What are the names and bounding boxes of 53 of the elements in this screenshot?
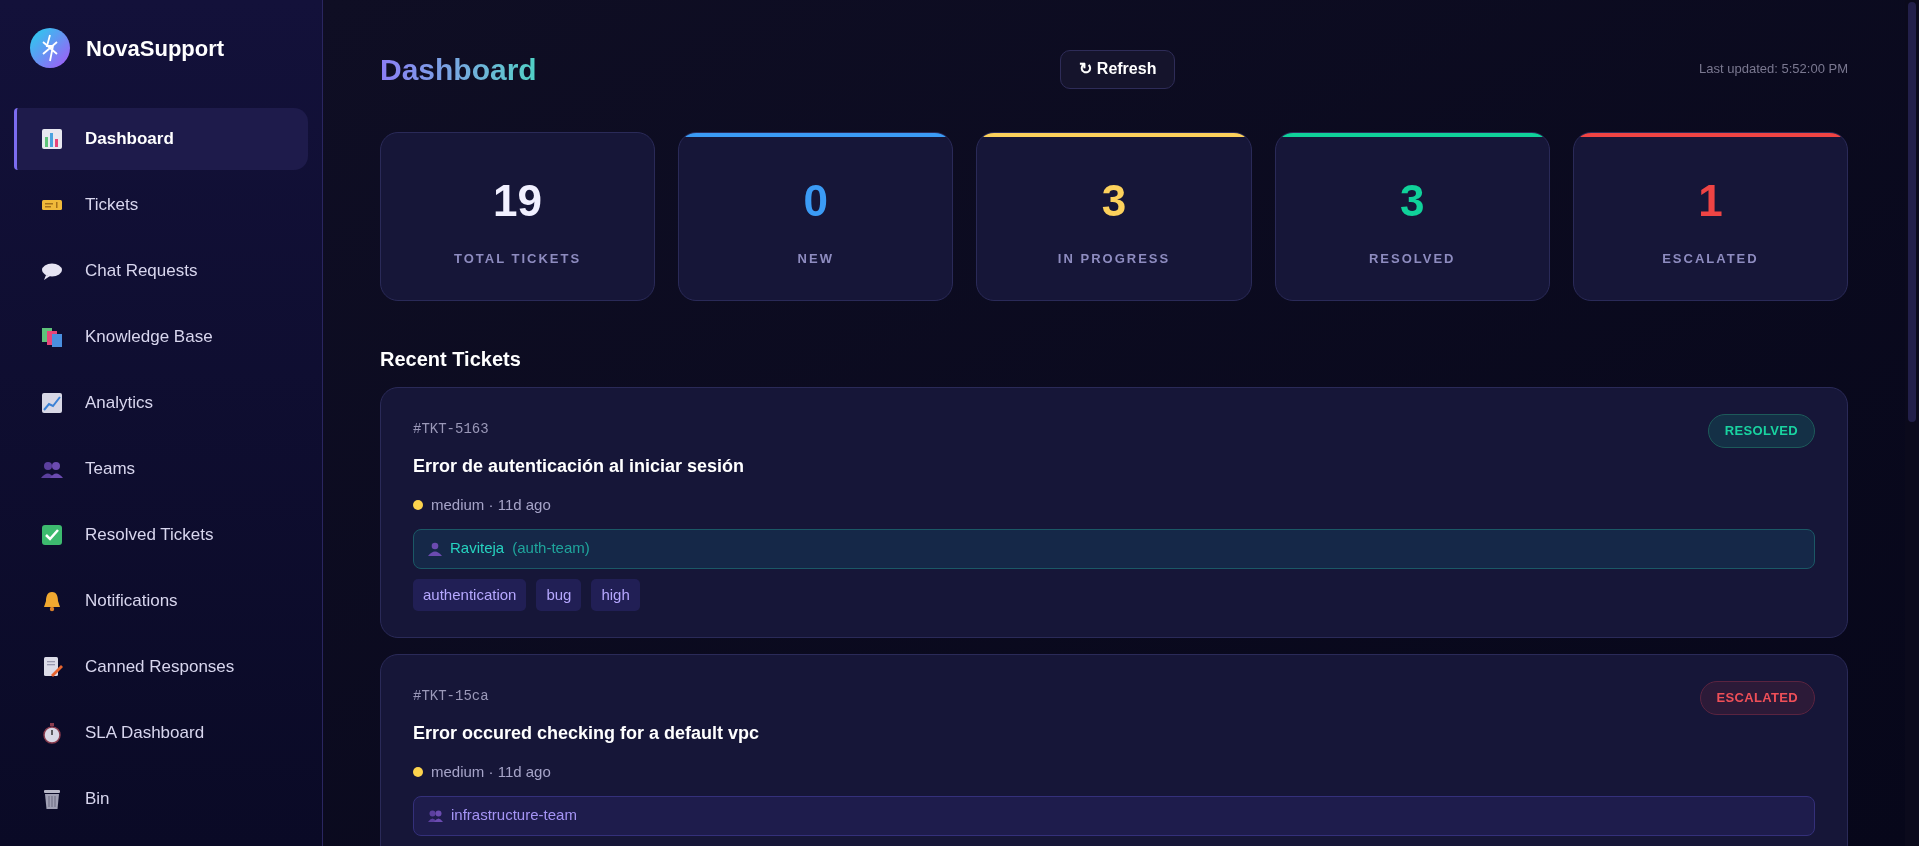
ticket-title: Error de autenticación al iniciar sesión [413,455,746,478]
tag: high [591,578,640,611]
sidebar-item[interactable]: Canned Responses [14,636,308,698]
person-icon [428,541,442,556]
section-title: Recent Tickets [380,347,522,372]
ticket-meta: medium · 11d ago [431,762,551,782]
stat-value: 19 [493,178,543,223]
sidebar-item[interactable]: Tickets [14,174,308,236]
sidebar-item[interactable]: Notifications [14,570,308,632]
sidebar-item[interactable]: Chat Requests [14,240,308,302]
ticket-id: #TKT-15ca [413,687,489,706]
sidebar-item[interactable]: Analytics [14,372,308,434]
document-pencil-icon [41,656,63,678]
stat-label: RESOLVED [1368,249,1456,268]
stat-label: ESCALATED [1662,249,1759,268]
status-badge: RESOLVED [1707,414,1815,448]
tag: bug [536,578,582,611]
refresh-button[interactable]: ↻ Refresh [1060,49,1176,89]
logo-icon [30,28,70,68]
ticket-meta: medium · 11d ago [431,495,551,515]
scrollbar-thumb[interactable] [1908,2,1916,422]
sidebar-item[interactable]: Resolved Tickets [14,504,308,566]
ticket-card[interactable]: #TKT-15ca ESCALATED Error occured checking for a default vpc medium · 11d ago infrastructure-team [380,654,1848,846]
stat-value: 3 [1399,178,1425,223]
sidebar-item[interactable]: Teams [14,438,308,500]
assignee-team: infrastructure-team [451,805,577,826]
stat-label: NEW [797,249,834,268]
ticket-card[interactable]: #TKT-5163 RESOLVED Error de autenticación al iniciar sesión medium · 11d ago Raviteja (auth-team) authentication bug high [380,387,1848,638]
stat-value: 1 [1698,178,1723,223]
stat-label: TOTAL TICKETS [454,249,582,268]
status-badge: ESCALATED [1699,681,1815,715]
bell-icon [41,590,63,612]
tag: authentication [413,578,527,611]
ticket-title: Error occured checking for a default vpc [413,722,761,745]
ticket-id: #TKT-5163 [413,420,489,439]
assignee-name: Raviteja [450,538,505,559]
sidebar-item[interactable]: Bin [14,768,308,830]
sidebar-item[interactable]: SLA Dashboard [14,702,308,764]
stat-label: IN PROGRESS [1057,249,1171,268]
stat-value: 0 [803,178,829,223]
people-icon [428,809,443,822]
checkmark-icon [41,524,63,546]
assignee-team: (auth-team) [512,538,590,559]
stopwatch-icon [41,722,63,744]
line-chart-icon [41,392,63,414]
sidebar-item[interactable]: Dashboard [14,108,308,170]
bar-chart-icon [41,128,63,150]
sidebar-item[interactable]: Knowledge Base [14,306,308,368]
brand-name: NovaSupport [86,34,225,63]
last-updated-text: Last updated: 5:52:00 PM [1699,60,1848,79]
stat-value: 3 [1101,178,1127,223]
books-icon [41,326,63,348]
trash-bin-icon [41,788,63,810]
